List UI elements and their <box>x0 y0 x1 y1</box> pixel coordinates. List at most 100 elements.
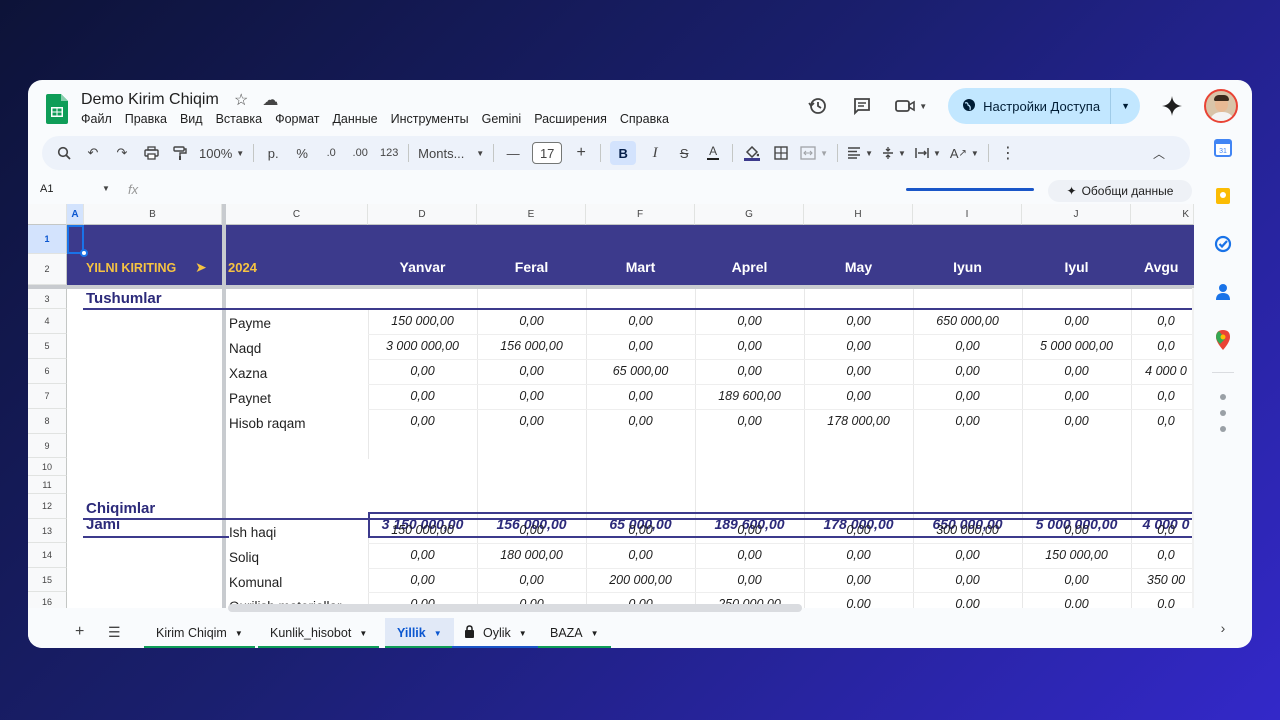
value-cell[interactable]: 0,00 <box>1022 389 1131 403</box>
more-addons-icon[interactable] <box>1220 394 1226 400</box>
value-cell[interactable]: 0,00 <box>695 314 804 328</box>
cloud-status-icon[interactable]: ☁ <box>262 92 278 110</box>
value-cell[interactable]: 0,0 <box>1131 389 1194 403</box>
value-cell[interactable]: 0,00 <box>1022 597 1131 608</box>
row-header[interactable]: 1 <box>28 225 67 254</box>
value-cell[interactable]: 0,00 <box>695 414 804 428</box>
sheet-tab-kunlik-hisobot[interactable]: Kunlik_hisobot ▼ <box>258 618 380 648</box>
fill-handle[interactable] <box>80 249 88 257</box>
value-cell[interactable]: 0,00 <box>368 389 477 403</box>
version-history-icon[interactable] <box>806 94 830 118</box>
value-cell[interactable]: 0,00 <box>913 573 1022 587</box>
value-cell[interactable]: 150 000,00 <box>1022 548 1131 562</box>
star-icon[interactable]: ☆ <box>234 92 248 110</box>
number-format-button[interactable]: 123 <box>379 141 399 165</box>
currency-format-button[interactable]: р. <box>263 141 283 165</box>
row-header[interactable]: 9 <box>28 434 67 458</box>
fill-color-icon[interactable] <box>742 141 762 165</box>
column-header[interactable]: F <box>586 204 695 225</box>
value-cell[interactable]: 0,00 <box>586 548 695 562</box>
menu-edit[interactable]: Правка <box>125 112 167 126</box>
horizontal-align-icon[interactable]: ▼ <box>847 141 873 165</box>
value-cell[interactable]: 0,00 <box>1022 414 1131 428</box>
vertical-align-icon[interactable]: ▼ <box>882 141 906 165</box>
column-header[interactable]: H <box>804 204 913 225</box>
share-dropdown-icon[interactable]: ▼ <box>1111 101 1140 111</box>
sheet-tab-kirim-chiqim[interactable]: Kirim Chiqim ▼ <box>144 618 255 648</box>
value-cell[interactable]: 0,00 <box>804 523 913 537</box>
menu-help[interactable]: Справка <box>620 112 669 126</box>
sheet-tab-baza[interactable]: BAZA ▼ <box>538 618 611 648</box>
gemini-sparkle-icon[interactable] <box>1160 94 1184 118</box>
row-header[interactable]: 10 <box>28 458 67 476</box>
row-header[interactable]: 14 <box>28 543 67 568</box>
search-menus-icon[interactable] <box>54 141 74 165</box>
menu-extensions[interactable]: Расширения <box>534 112 607 126</box>
menu-view[interactable]: Вид <box>180 112 203 126</box>
value-cell[interactable]: 5 000 000,00 <box>1022 339 1131 353</box>
calendar-icon[interactable]: 31 <box>1213 138 1233 158</box>
value-cell[interactable]: 0,00 <box>586 523 695 537</box>
value-cell[interactable]: 0,0 <box>1131 339 1194 353</box>
row-header[interactable]: 5 <box>28 334 67 359</box>
share-button[interactable]: Настройки Доступа ▼ <box>948 88 1140 124</box>
value-cell[interactable]: 0,00 <box>913 339 1022 353</box>
print-icon[interactable] <box>141 141 161 165</box>
row-header[interactable]: 8 <box>28 409 67 434</box>
value-cell[interactable]: 0,00 <box>368 573 477 587</box>
value-cell[interactable]: 0,00 <box>477 523 586 537</box>
value-cell[interactable]: 0,00 <box>804 573 913 587</box>
value-cell[interactable]: 0,00 <box>1022 523 1131 537</box>
font-select[interactable]: Monts... ▼ <box>418 141 484 165</box>
percent-format-button[interactable]: % <box>292 141 312 165</box>
value-cell[interactable]: 0,00 <box>368 364 477 378</box>
decrease-decimal-button[interactable]: .0 <box>321 141 341 165</box>
decrease-font-size-button[interactable]: — <box>503 141 523 165</box>
comments-icon[interactable] <box>850 94 874 118</box>
menu-data[interactable]: Данные <box>332 112 377 126</box>
row-header[interactable]: 16 <box>28 592 67 608</box>
row-header[interactable]: 7 <box>28 384 67 409</box>
menu-tools[interactable]: Инструменты <box>391 112 469 126</box>
value-cell[interactable]: 3 000 000,00 <box>368 339 477 353</box>
sheet-tab-yillik[interactable]: Yillik ▼ <box>385 618 454 648</box>
value-cell[interactable]: 0,00 <box>477 314 586 328</box>
value-cell[interactable]: 65 000,00 <box>586 364 695 378</box>
undo-icon[interactable]: ↶ <box>83 141 103 165</box>
frozen-column-divider[interactable] <box>222 204 226 608</box>
paint-format-icon[interactable] <box>170 141 190 165</box>
value-cell[interactable]: 0,00 <box>477 364 586 378</box>
column-header[interactable]: E <box>477 204 586 225</box>
row-header[interactable]: 3 <box>28 289 67 309</box>
menu-file[interactable]: Файл <box>81 112 112 126</box>
user-avatar[interactable] <box>1204 89 1238 123</box>
column-header[interactable]: I <box>913 204 1022 225</box>
column-header[interactable]: A <box>67 204 84 225</box>
value-cell[interactable]: 0,00 <box>695 339 804 353</box>
chevron-right-icon[interactable]: › <box>1221 620 1226 636</box>
borders-icon[interactable] <box>771 141 791 165</box>
value-cell[interactable]: 0,00 <box>913 389 1022 403</box>
summarize-data-button[interactable]: ✦ Обобщи данные <box>1048 180 1192 202</box>
chevron-down-icon[interactable]: ▼ <box>102 184 110 193</box>
column-header[interactable]: J <box>1022 204 1131 225</box>
name-box[interactable]: A1 <box>40 183 53 195</box>
value-cell[interactable]: 0,0 <box>1131 548 1194 562</box>
year-input[interactable]: 2024 <box>228 260 257 275</box>
select-all-corner[interactable] <box>28 204 67 225</box>
bold-button[interactable]: B <box>610 141 637 165</box>
more-options-icon[interactable]: ⋮ <box>998 141 1018 165</box>
menu-insert[interactable]: Вставка <box>216 112 262 126</box>
column-header[interactable]: D <box>368 204 477 225</box>
value-cell[interactable]: 0,00 <box>1022 364 1131 378</box>
value-cell[interactable]: 200 000,00 <box>586 573 695 587</box>
value-cell[interactable]: 0,00 <box>695 573 804 587</box>
row-header[interactable]: 11 <box>28 476 67 494</box>
value-cell[interactable]: 0,00 <box>586 389 695 403</box>
value-cell[interactable]: 0,0 <box>1131 523 1194 537</box>
increase-font-size-button[interactable]: + <box>571 141 591 165</box>
value-cell[interactable]: 0,00 <box>804 389 913 403</box>
text-wrapping-icon[interactable]: ▼ <box>915 141 941 165</box>
value-cell[interactable]: 350 00 <box>1131 573 1194 587</box>
value-cell[interactable]: 0,0 <box>1131 597 1194 608</box>
